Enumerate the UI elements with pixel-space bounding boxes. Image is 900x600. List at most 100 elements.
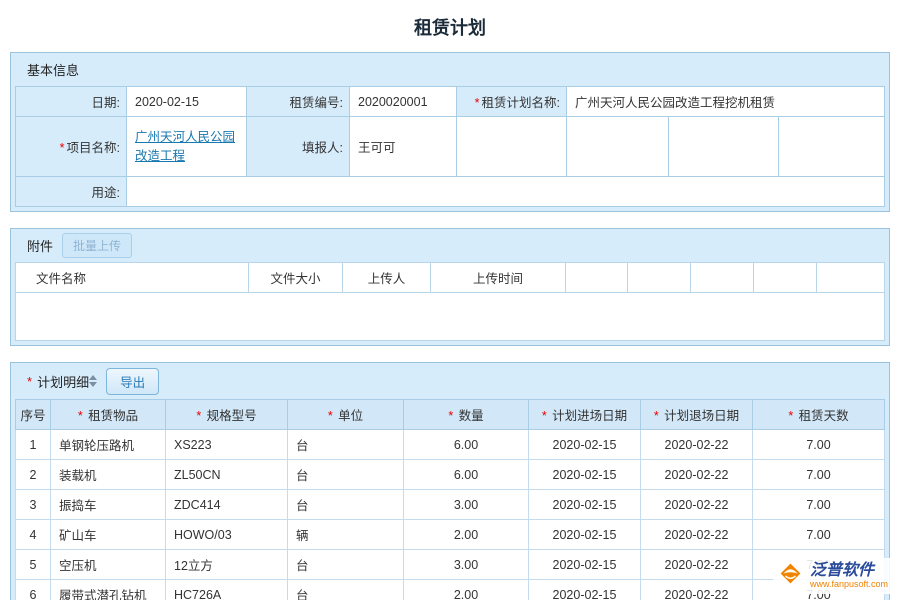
plan-details-header-row: 序号* 租赁物品* 规格型号* 单位* 数量* 计划进场日期* 计划退场日期* … — [16, 400, 885, 430]
basic-info-header: 基本信息 — [15, 53, 885, 86]
required-mark: * — [196, 409, 204, 423]
basic-info-title: 基本信息 — [27, 60, 79, 79]
date-label: 日期: — [16, 87, 127, 117]
table-cell: 7.00 — [753, 430, 885, 460]
table-cell: 台 — [288, 430, 404, 460]
export-button[interactable]: 导出 — [106, 368, 159, 395]
reporter-label: 填报人: — [247, 117, 350, 177]
table-cell: 5 — [16, 550, 51, 580]
table-cell: 2020-02-15 — [529, 430, 641, 460]
table-cell: 2020-02-15 — [529, 580, 641, 600]
table-row[interactable]: 4矿山车HOWO/03辆2.002020-02-152020-02-227.00 — [16, 520, 885, 550]
required-mark: * — [788, 409, 796, 423]
column-header: * 租赁天数 — [753, 400, 885, 430]
table-cell: 6 — [16, 580, 51, 600]
table-cell: HC726A — [166, 580, 288, 600]
table-cell: 台 — [288, 490, 404, 520]
required-mark: * — [78, 409, 86, 423]
column-header — [566, 263, 628, 293]
form-row-2: *项目名称: 广州天河人民公园改造工程 填报人: 王可可 — [16, 117, 885, 177]
project-link[interactable]: 广州天河人民公园改造工程 — [135, 128, 246, 166]
table-row[interactable]: 3振捣车ZDC414台3.002020-02-152020-02-227.00 — [16, 490, 885, 520]
date-value: 2020-02-15 — [127, 87, 247, 117]
required-mark: * — [448, 409, 456, 423]
table-cell: 2020-02-15 — [529, 460, 641, 490]
basic-info-form: 日期: 2020-02-15 租赁编号: 2020020001 *租赁计划名称:… — [15, 86, 885, 207]
table-cell: 7.00 — [753, 520, 885, 550]
table-cell: 台 — [288, 580, 404, 600]
table-row[interactable]: 6履带式潜孔钻机HC726A台2.002020-02-152020-02-227… — [16, 580, 885, 600]
column-header: * 数量 — [404, 400, 529, 430]
table-cell: 2020-02-22 — [641, 520, 753, 550]
brand-text-wrap: 泛普软件 www.fanpusoft.com — [810, 562, 888, 589]
table-cell: 12立方 — [166, 550, 288, 580]
page-title: 租赁计划 — [0, 0, 900, 52]
brand-watermark: 泛普软件 www.fanpusoft.com — [773, 558, 892, 594]
table-cell: HOWO/03 — [166, 520, 288, 550]
usage-value — [127, 177, 885, 207]
table-row[interactable]: 1单钢轮压路机XS223台6.002020-02-152020-02-227.0… — [16, 430, 885, 460]
column-header: 文件大小 — [249, 263, 343, 293]
table-cell: 2020-02-15 — [529, 520, 641, 550]
table-row[interactable]: 2装载机ZL50CN台6.002020-02-152020-02-227.00 — [16, 460, 885, 490]
brand-url: www.fanpusoft.com — [810, 580, 888, 590]
plan-details-title: 计划明细 — [37, 372, 89, 391]
column-header — [628, 263, 691, 293]
table-cell: 2020-02-15 — [529, 550, 641, 580]
attachments-title: 附件 — [27, 236, 53, 255]
column-header — [754, 263, 817, 293]
label-text: 项目名称: — [67, 141, 120, 155]
table-cell: 矿山车 — [51, 520, 166, 550]
attachments-header: 附件 批量上传 — [15, 229, 885, 262]
table-cell: 2.00 — [404, 520, 529, 550]
sort-icon[interactable] — [89, 375, 97, 387]
label-text: 租赁编号: — [290, 96, 343, 110]
plan-details-body: 1单钢轮压路机XS223台6.002020-02-152020-02-227.0… — [16, 430, 885, 600]
table-cell: 2 — [16, 460, 51, 490]
table-cell: 7.00 — [753, 460, 885, 490]
project-label: *项目名称: — [16, 117, 127, 177]
form-row-1: 日期: 2020-02-15 租赁编号: 2020020001 *租赁计划名称:… — [16, 87, 885, 117]
table-cell: 2020-02-15 — [529, 490, 641, 520]
rental-no-label: 租赁编号: — [247, 87, 350, 117]
attachments-panel: 附件 批量上传 文件名称文件大小上传人上传时间 — [10, 228, 890, 346]
form-row-3: 用途: — [16, 177, 885, 207]
batch-upload-button[interactable]: 批量上传 — [62, 233, 132, 258]
table-cell: 履带式潜孔钻机 — [51, 580, 166, 600]
table-cell: ZL50CN — [166, 460, 288, 490]
plan-name-value: 广州天河人民公园改造工程挖机租赁 — [567, 87, 885, 117]
table-cell: 2020-02-22 — [641, 580, 753, 600]
table-cell: 1 — [16, 430, 51, 460]
table-cell: 7.00 — [753, 490, 885, 520]
attachments-header-row: 文件名称文件大小上传人上传时间 — [16, 263, 885, 293]
label-text: 填报人: — [302, 141, 343, 155]
plan-details-panel: * 计划明细 导出 序号* 租赁物品* 规格型号* 单位* 数量* 计划进场日期… — [10, 362, 890, 600]
table-cell: 2020-02-22 — [641, 490, 753, 520]
plan-details-title-wrap: * 计划明细 — [27, 372, 97, 391]
required-mark: * — [60, 141, 65, 155]
column-header — [817, 263, 885, 293]
table-cell: 4 — [16, 520, 51, 550]
column-header — [691, 263, 754, 293]
table-cell: 3 — [16, 490, 51, 520]
empty-area — [16, 293, 885, 341]
plan-name-label: *租赁计划名称: — [457, 87, 567, 117]
column-header: * 计划退场日期 — [641, 400, 753, 430]
column-header: * 规格型号 — [166, 400, 288, 430]
table-cell: 6.00 — [404, 430, 529, 460]
table-cell: 6.00 — [404, 460, 529, 490]
table-cell: 台 — [288, 550, 404, 580]
column-header: 上传时间 — [431, 263, 566, 293]
required-mark: * — [328, 409, 336, 423]
usage-label: 用途: — [16, 177, 127, 207]
table-cell: 3.00 — [404, 490, 529, 520]
label-text: 用途: — [92, 186, 120, 200]
table-cell: 2.00 — [404, 580, 529, 600]
table-cell: 2020-02-22 — [641, 550, 753, 580]
required-mark: * — [654, 409, 662, 423]
table-cell: 台 — [288, 460, 404, 490]
table-row[interactable]: 5空压机12立方台3.002020-02-152020-02-227.00 — [16, 550, 885, 580]
empty-cell — [457, 117, 567, 177]
basic-info-panel: 基本信息 日期: 2020-02-15 租赁编号: 2020020001 *租赁… — [10, 52, 890, 212]
rental-no-value: 2020020001 — [350, 87, 457, 117]
